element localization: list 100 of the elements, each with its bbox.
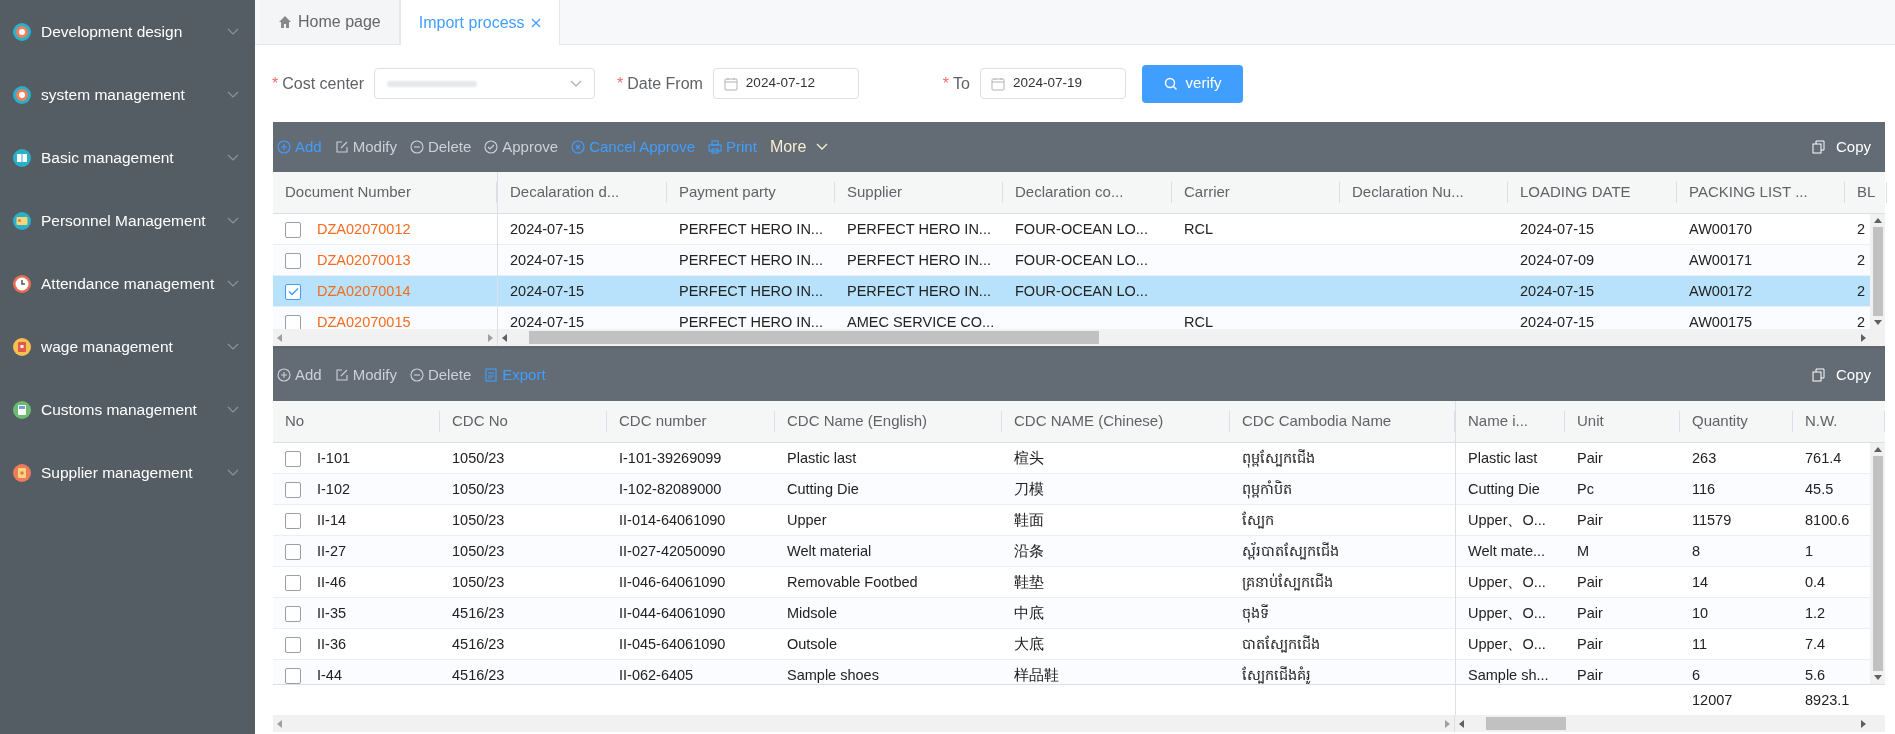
chevron-icon [227,216,239,225]
column-header: No [285,411,305,432]
field-label: Date From [627,73,703,94]
table-cell-text: II-27 [317,541,346,561]
table-cell-text: 2024-07-15 [510,250,585,270]
checkbox[interactable] [285,512,301,529]
table-cell-text: II-014-64061090 [619,510,726,530]
id-card-icon [12,210,32,231]
table-cell-text: 116 [1692,479,1716,499]
table-cell-text: 大底 [1014,634,1044,654]
table-cell-text: 样品鞋 [1014,665,1059,684]
table-cell-text: 761.4 [1805,448,1842,468]
table-cell-text: 2024-07-15 [1520,312,1595,329]
chevron-icon [816,143,829,151]
table-row[interactable]: DZA02070014 2024-07-15 PERFECT HERO IN... PERFECT HERO IN... FOUR-OCEAN LO... 2024-07-15 AW00172 2 [273,276,1870,307]
required-mark: * [942,73,950,94]
table-cell-text: Pair [1577,665,1603,684]
table-cell-text: PERFECT HERO IN... [679,219,823,239]
chevron-icon [227,342,239,351]
table-cell-text: FOUR-OCEAN LO... [1015,281,1148,301]
table-row[interactable]: DZA02070013 2024-07-15 PERFECT HERO IN... PERFECT HERO IN... FOUR-OCEAN LO... 2024-07-09 AW00171 2 [273,245,1870,276]
sidebar-item[interactable]: wage management [0,315,255,378]
sidebar-item[interactable]: Basic management [0,126,255,189]
copy-icon [1811,140,1826,154]
checkbox[interactable] [285,574,301,591]
table-cell-text: 10 [1692,603,1709,623]
sidebar-item[interactable]: system management [0,63,255,126]
date-field[interactable]: 2024-07-19 [980,68,1126,99]
checkbox[interactable] [285,314,301,329]
checkbox[interactable] [285,543,301,560]
checkbox[interactable] [285,221,301,238]
table-cell-text: 2 [1857,281,1866,301]
checkbox[interactable] [285,667,301,684]
table-cell-text: ពុម្ពស្បែកជើង [1242,448,1315,470]
checkbox[interactable] [285,481,301,498]
table-cell-text: Pc [1577,479,1594,499]
table-row[interactable]: DZA02070015 2024-07-15 PERFECT HERO IN... AMEC SERVICE CO... RCL 2024-07-15 AW00175 2 [273,307,1870,329]
cost-center-select[interactable] [374,68,596,99]
column-header: CDC number [619,411,707,432]
total-value: 8923.1 [1805,690,1850,710]
table-cell-text: Sample sh... [1468,665,1549,684]
required-mark: * [272,73,279,94]
checkbox[interactable] [285,605,301,622]
checkbox[interactable] [285,636,301,653]
column-header: Supplier [847,182,903,203]
copy-button[interactable]: Copy [1811,135,1871,159]
table-row[interactable]: DZA02070012 2024-07-15 PERFECT HERO IN... PERFECT HERO IN... FOUR-OCEAN LO... RCL 2024-07-15 AW00170 2 [273,214,1870,245]
table-cell-text: II-044-64061090 [619,603,726,623]
sidebar-item[interactable]: Attendance management [0,252,255,315]
column-header: Declaration co... [1015,182,1124,203]
table-cell-text: II-046-64061090 [619,572,726,592]
table-cell-text: 6 [1692,665,1701,684]
total-value: 12007 [1692,690,1733,710]
checkbox[interactable] [285,283,301,300]
table-cell-text: AMEC SERVICE CO... [847,312,995,329]
table-cell-text: Pair [1577,603,1603,623]
table-cell-text: AW00175 [1689,312,1753,329]
tab[interactable]: Import process [399,0,560,45]
sidebar-item[interactable]: Supplier management [0,441,255,504]
sidebar-item[interactable]: Personnel Management [0,189,255,252]
verify-button[interactable]: verify [1142,64,1243,103]
copy-icon [1811,368,1826,382]
table-cell-text: 1 [1805,541,1814,561]
lifebuoy-icon [12,84,32,105]
column-header: CDC No [452,411,508,432]
notebook-icon [12,462,32,483]
checkbox[interactable] [285,450,301,467]
table-cell-text: 鞋垫 [1014,572,1044,592]
table-cell-text: Upper、O... [1468,572,1546,592]
table-cell-text: 1050/23 [452,510,505,530]
table-cell-text: ចុងទី [1242,603,1269,625]
document-link[interactable]: DZA02070012 [317,218,411,241]
table-cell-text: 鞋面 [1014,510,1044,530]
table-cell-text: 4516/23 [452,634,505,654]
table-cell-text: Upper、O... [1468,510,1546,530]
table-cell-text: 11 [1692,634,1708,654]
vertical-scrollbar[interactable] [1870,443,1885,684]
document-link[interactable]: DZA02070015 [317,311,411,329]
sidebar-item[interactable]: Customs management [0,378,255,441]
vertical-scrollbar[interactable] [1870,214,1885,329]
table-cell-text: 1050/23 [452,448,505,468]
table-cell-text: PERFECT HERO IN... [679,281,823,301]
table-cell-text: Upper [787,510,827,530]
date-field[interactable]: 2024-07-12 [712,68,859,99]
table-cell-text: 1050/23 [452,479,505,499]
close-icon [530,17,541,28]
table-cell-text: បាតស្បែកជើង [1242,634,1320,655]
table-cell-text: 中底 [1014,603,1044,623]
column-header: Declaration Nu... [1352,182,1464,203]
table-cell-text: 刀模 [1014,479,1044,499]
plus-circle-icon [277,368,291,382]
toolbar-button[interactable]: More [769,135,829,159]
checkbox[interactable] [285,252,301,269]
sidebar-item[interactable]: Development design [0,0,255,63]
table-cell-text: Pair [1577,634,1603,654]
chevron-icon [227,279,239,288]
column-header: CDC Name (English) [787,411,928,432]
copy-button[interactable]: Copy [1811,363,1871,387]
document-link[interactable]: DZA02070013 [317,249,411,272]
document-icon [484,368,499,382]
